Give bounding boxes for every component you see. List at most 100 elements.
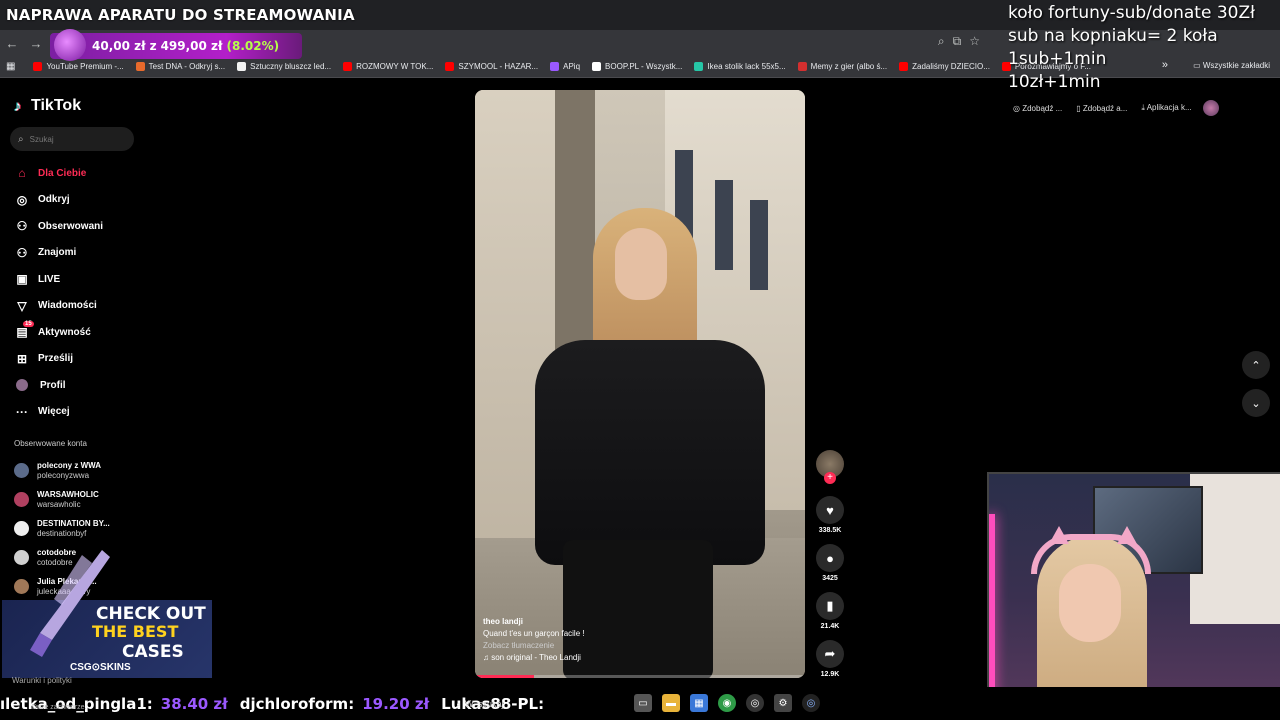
like-count: 338.5K	[818, 527, 842, 534]
video-person-face	[615, 228, 667, 300]
followed-account[interactable]: WARSAWHOLIC warsawholic	[14, 485, 110, 514]
share-button[interactable]: ➦	[816, 640, 844, 668]
bookmark-item[interactable]: Memy z gier (albo ś...	[797, 62, 887, 71]
save-count: 21.4K	[820, 623, 840, 630]
app-icon[interactable]: ◎	[746, 694, 764, 712]
video-progress-fill	[475, 675, 535, 678]
bookmark-item[interactable]: Zadaliśmy DZIECIO...	[899, 62, 990, 71]
get-coins-button[interactable]: ◎ Zdobądź ...	[1010, 102, 1065, 115]
search-placeholder: Szukaj	[29, 134, 54, 144]
file-explorer-icon[interactable]: ▬	[662, 694, 680, 712]
sidebar-item-more[interactable]: ··· Więcej	[14, 399, 103, 426]
star-icon[interactable]: ☆	[969, 34, 980, 49]
wheel-rule-line: 10zł+1min	[1008, 72, 1101, 92]
settings-icon[interactable]: ⚙	[774, 694, 792, 712]
get-app-button[interactable]: ▯ Zdobądź a...	[1073, 102, 1130, 115]
search-icon: ⌕	[456, 698, 462, 709]
sidebar-item-upload[interactable]: ⊞ Prześlij	[14, 346, 103, 373]
creator-avatar[interactable]: +	[816, 450, 844, 484]
bookmark-item[interactable]: APiq	[550, 62, 580, 71]
comment-count: 3425	[822, 575, 838, 582]
follow-plus-icon[interactable]: +	[824, 472, 836, 484]
avatar	[14, 521, 29, 536]
donation-separator: z	[149, 39, 157, 53]
weather-note: Duże zachmurze...	[32, 704, 91, 711]
video-actions: + ♥ 338.5K ● 3425 ▮ 21.4K ➦ 12.9K	[812, 450, 848, 688]
donation-percent: (8.02%)	[226, 39, 280, 53]
bookmark-item[interactable]: SZYMOOL - HAZAR...	[445, 62, 538, 71]
donation-target: 499,00 zł	[160, 39, 223, 53]
toolbar-icons: ⌕ ⧉ ☆	[938, 34, 980, 49]
live-icon: ▣	[16, 272, 28, 287]
messages-icon: ▽	[17, 298, 27, 313]
avatar	[14, 492, 29, 507]
forward-icon[interactable]: →	[24, 31, 48, 55]
terms-link[interactable]: Warunki i polityki	[12, 676, 72, 685]
apps-icon[interactable]: ▦	[6, 61, 15, 72]
previous-video-button[interactable]: ⌃	[1242, 351, 1270, 379]
compass-icon: ◎	[16, 192, 28, 207]
video-scene-window	[715, 180, 733, 270]
ticker-amount: 38.40 zł	[160, 694, 228, 713]
comment-button[interactable]: ●	[816, 544, 844, 572]
banner-line-3: CASES	[122, 642, 184, 662]
next-video-button[interactable]: ⌄	[1242, 389, 1270, 417]
bookmark-item[interactable]: BOOP.PL - Wszystk...	[592, 62, 682, 71]
followed-account[interactable]: DESTINATION BY... destinationbyf	[14, 514, 110, 543]
cat-ear-right	[1117, 526, 1137, 544]
sidebar-item-profile[interactable]: Profil	[14, 372, 103, 399]
profile-icon	[16, 379, 28, 392]
video-player[interactable]: theo landji Quand t'es un garçon facile …	[475, 90, 805, 678]
obs-icon[interactable]: ◎	[802, 694, 820, 712]
desktop-app-button[interactable]: ⤓ Aplikacja k...	[1138, 101, 1194, 115]
sidebar-item-friends[interactable]: ⚇ Znajomi	[14, 240, 103, 267]
bookmark-favicon	[899, 62, 909, 71]
followed-account[interactable]: polecony z WWA poleconyzwwa	[14, 456, 110, 485]
save-button[interactable]: ▮	[816, 592, 844, 620]
csgo-skins-ad-banner[interactable]: CHECK OUT THE BEST CASES CSG⊙SKINS	[2, 550, 212, 678]
translate-link[interactable]: Zobacz tłumaczenie	[483, 640, 585, 652]
sidebar-item-messages[interactable]: ▽ Wiadomości	[14, 293, 103, 320]
sidebar-item-for-you[interactable]: ⌂ Dla Ciebie	[14, 160, 103, 187]
tiktok-logo-text: TikTok	[31, 97, 82, 114]
sidebar-item-following[interactable]: ⚇ Obserwowani	[14, 213, 103, 240]
banner-line-2: THE BEST	[92, 622, 179, 641]
user-avatar[interactable]	[1202, 100, 1219, 116]
share-icon: ➦	[824, 646, 836, 661]
zoom-icon[interactable]: ⌕	[938, 34, 945, 49]
ticker-donor: djchloroform:	[239, 694, 355, 713]
sidebar-item-activity[interactable]: ▤ 15 Aktywność	[14, 319, 103, 346]
activity-icon: ▤	[16, 325, 28, 340]
banner-line-1: CHECK OUT	[96, 604, 206, 624]
tiktok-logo[interactable]: ♪ TikTok	[14, 97, 81, 115]
back-icon[interactable]: ←	[0, 31, 24, 55]
task-view-icon[interactable]: ▭	[634, 694, 652, 712]
install-icon[interactable]: ⧉	[953, 34, 962, 49]
wheel-rule-line: 1sub+1min	[1008, 49, 1107, 69]
bookmark-item[interactable]: Test DNA - Odkryj s...	[135, 62, 225, 71]
device-icon: ▯	[1076, 103, 1081, 113]
comment-icon: ●	[826, 550, 834, 566]
coin-icon: ◎	[1013, 103, 1020, 113]
taskbar-apps: ▭ ▬ ▦ ◉ ◎ ⚙ ◎	[634, 694, 820, 712]
search-input[interactable]: ⌕ Szukaj	[10, 127, 134, 151]
video-sound[interactable]: ♫ son original - Theo Landji	[483, 652, 585, 664]
bookmark-item[interactable]: Ikea stolik lack 55x5...	[694, 62, 786, 71]
sidebar-item-explore[interactable]: ◎ Odkryj	[14, 187, 103, 214]
upload-icon: ⊞	[16, 351, 28, 366]
sidebar-item-live[interactable]: ▣ LIVE	[14, 266, 103, 293]
like-button[interactable]: ♥	[816, 496, 844, 524]
bookmark-favicon	[694, 62, 704, 71]
chevron-up-icon: ⌃	[1251, 359, 1261, 372]
bookmark-item[interactable]: Sztuczny bluszcz led...	[237, 62, 331, 71]
bookmark-item[interactable]: ROZMOWY W TOK...	[343, 62, 433, 71]
banner-brand: CSG⊙SKINS	[70, 662, 131, 673]
chrome-icon[interactable]: ◉	[718, 694, 736, 712]
taskbar-search[interactable]: ⌕ W. szukaj	[456, 693, 616, 715]
bookmark-item[interactable]: YouTube Premium -...	[33, 62, 124, 71]
bookmark-favicon	[445, 62, 455, 71]
video-author[interactable]: theo landji	[483, 616, 585, 628]
video-scene-window	[750, 200, 768, 290]
store-icon[interactable]: ▦	[690, 694, 708, 712]
wheel-rule-line: sub na kopniaku= 2 koła	[1008, 26, 1218, 46]
